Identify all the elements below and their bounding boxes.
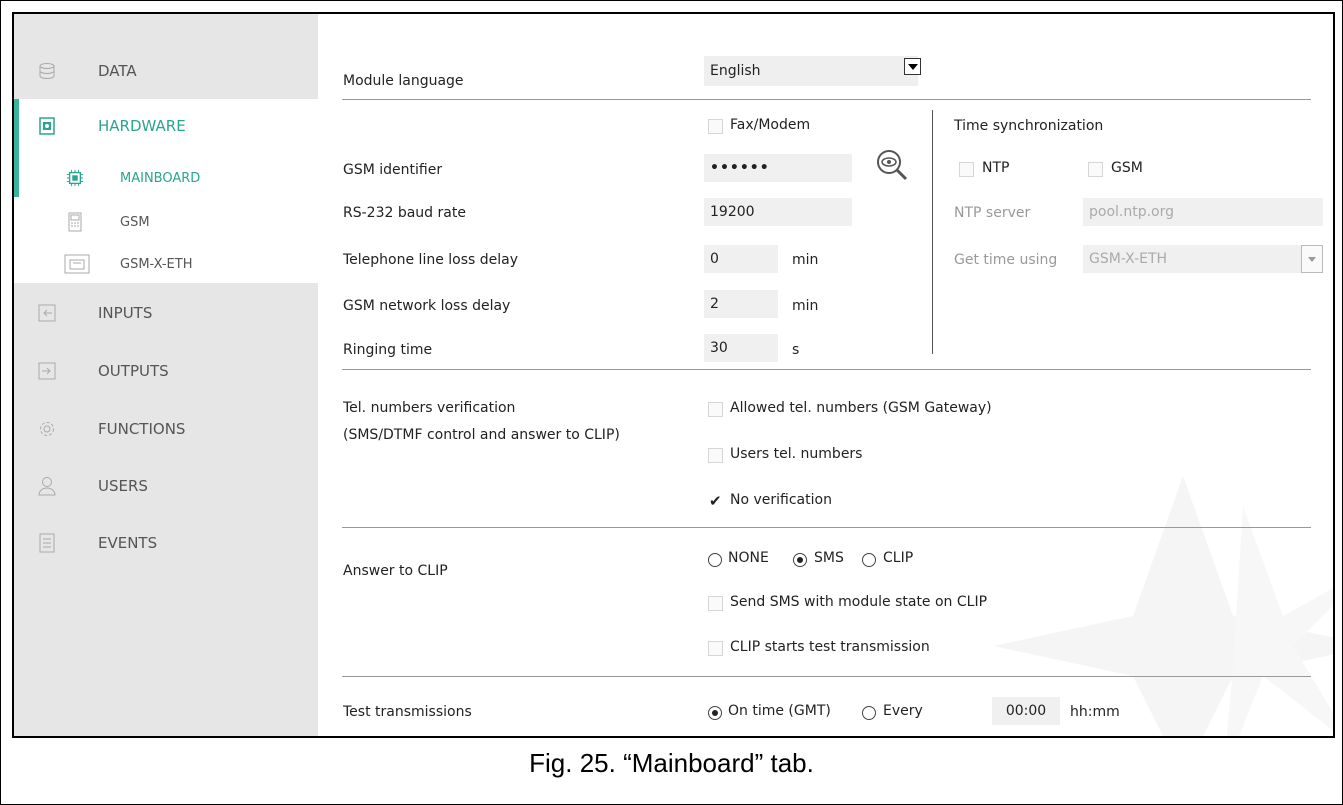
ntp-server-input[interactable]: pool.ntp.org xyxy=(1083,198,1323,226)
radio-sms-label: SMS xyxy=(814,550,844,566)
send-sms-label: Send SMS with module state on CLIP xyxy=(730,594,988,610)
fax-modem-checkbox[interactable] xyxy=(708,119,723,134)
no-verification-label: No verification xyxy=(730,492,832,508)
time-sync-label: Time synchronization xyxy=(954,118,1104,134)
unit-label: s xyxy=(792,342,800,358)
radio-every-label: Every xyxy=(883,703,923,719)
sidebar-item-label: OUTPUTS xyxy=(98,362,169,380)
gsm-module-icon xyxy=(66,212,84,232)
input-icon xyxy=(38,304,56,322)
module-language-select[interactable]: English xyxy=(704,56,918,86)
sidebar-item-label: FUNCTIONS xyxy=(98,420,186,438)
users-numbers-checkbox[interactable] xyxy=(708,448,723,463)
gsm-network-loss-input[interactable]: 2 xyxy=(704,290,778,318)
database-icon xyxy=(38,62,56,80)
time-input[interactable]: 00:00 xyxy=(992,697,1060,725)
clip-test-label: CLIP starts test transmission xyxy=(730,639,930,655)
sidebar-item-label: USERS xyxy=(98,477,148,495)
radio-on-time-label: On time (GMT) xyxy=(728,703,831,719)
divider xyxy=(342,369,1311,370)
sidebar-item-users[interactable]: USERS xyxy=(14,471,318,501)
sidebar-item-label: HARDWARE xyxy=(98,117,186,135)
clip-test-checkbox[interactable] xyxy=(708,641,723,656)
sidebar-item-label: GSM-X-ETH xyxy=(120,256,193,272)
show-password-icon[interactable] xyxy=(875,148,909,186)
sidebar-item-gsm[interactable]: GSM xyxy=(14,208,318,236)
sidebar-item-label: INPUTS xyxy=(98,304,153,322)
radio-every[interactable] xyxy=(862,706,876,720)
main-panel: Module language English Fax/Modem GSM id… xyxy=(318,14,1333,736)
divider xyxy=(342,676,1311,677)
sidebar-item-gsm-x-eth[interactable]: GSM-X-ETH xyxy=(14,250,318,278)
fax-modem-label: Fax/Modem xyxy=(730,117,811,133)
baud-rate-label: RS-232 baud rate xyxy=(343,205,466,221)
time-unit-label: hh:mm xyxy=(1070,704,1120,720)
ringing-time-label: Ringing time xyxy=(343,342,433,358)
unit-label: min xyxy=(792,298,819,314)
checkmark-icon[interactable]: ✔ xyxy=(709,492,722,510)
gsm-identifier-label: GSM identifier xyxy=(343,162,443,178)
get-time-label: Get time using xyxy=(954,252,1058,268)
telephone-line-loss-input[interactable]: 0 xyxy=(704,245,778,273)
user-icon xyxy=(38,477,56,496)
radio-clip[interactable] xyxy=(862,553,876,567)
vertical-divider xyxy=(932,110,933,354)
sidebar-item-events[interactable]: EVENTS xyxy=(14,528,318,558)
divider xyxy=(342,527,1311,528)
mainboard-icon xyxy=(66,169,84,187)
ringing-time-input[interactable]: 30 xyxy=(704,334,778,362)
sidebar-item-label: MAINBOARD xyxy=(120,170,201,186)
unit-label: min xyxy=(792,252,819,268)
get-time-select[interactable]: GSM-X-ETH xyxy=(1083,245,1323,273)
answer-clip-label: Answer to CLIP xyxy=(343,563,448,579)
document-list-icon xyxy=(38,533,56,553)
ntp-label: NTP xyxy=(982,160,1010,176)
gsm-network-loss-label: GSM network loss delay xyxy=(343,298,511,314)
module-language-label: Module language xyxy=(343,73,464,89)
sidebar-item-label: DATA xyxy=(98,62,137,80)
sidebar-item-inputs[interactable]: INPUTS xyxy=(14,298,318,328)
background-watermark xyxy=(993,476,1333,736)
sidebar-item-mainboard[interactable]: MAINBOARD xyxy=(14,164,318,192)
radio-sms[interactable] xyxy=(793,553,807,567)
chevron-down-icon[interactable] xyxy=(1301,245,1323,273)
radio-on-time[interactable] xyxy=(708,706,722,720)
chip-icon xyxy=(38,117,56,135)
divider xyxy=(342,99,1311,100)
tel-verification-sublabel: (SMS/DTMF control and answer to CLIP) xyxy=(343,427,620,443)
gear-icon xyxy=(38,420,56,438)
output-icon xyxy=(38,362,56,380)
module-language-value: English xyxy=(710,63,761,79)
screenshot-window: DATA HARDWARE MAINBOARD GSM GSM-X-ETH IN… xyxy=(12,12,1335,738)
gsm-sync-label: GSM xyxy=(1111,160,1143,176)
sidebar-item-outputs[interactable]: OUTPUTS xyxy=(14,356,318,386)
radio-clip-label: CLIP xyxy=(883,550,914,566)
sidebar-item-data[interactable]: DATA xyxy=(14,56,318,86)
send-sms-checkbox[interactable] xyxy=(708,596,723,611)
sidebar-item-label: GSM xyxy=(120,214,150,230)
sidebar: DATA HARDWARE MAINBOARD GSM GSM-X-ETH IN… xyxy=(14,14,318,736)
telephone-line-loss-label: Telephone line loss delay xyxy=(343,252,519,268)
allowed-numbers-label: Allowed tel. numbers (GSM Gateway) xyxy=(730,400,992,416)
figure-caption: Fig. 25. “Mainboard” tab. xyxy=(529,748,814,778)
ntp-server-label: NTP server xyxy=(954,205,1031,221)
sidebar-item-hardware[interactable]: HARDWARE xyxy=(14,111,318,141)
radio-none-label: NONE xyxy=(728,550,769,566)
ntp-checkbox[interactable] xyxy=(959,162,974,177)
sidebar-item-functions[interactable]: FUNCTIONS xyxy=(14,414,318,444)
allowed-numbers-checkbox[interactable] xyxy=(708,402,723,417)
baud-rate-input[interactable]: 19200 xyxy=(704,198,852,226)
users-numbers-label: Users tel. numbers xyxy=(730,446,863,462)
radio-none[interactable] xyxy=(708,553,722,567)
test-transmissions-label: Test transmissions xyxy=(343,704,472,720)
gsm-identifier-input[interactable]: •••••• xyxy=(704,154,852,182)
ethernet-module-icon xyxy=(64,254,90,274)
chevron-down-icon[interactable] xyxy=(904,58,921,75)
sidebar-item-label: EVENTS xyxy=(98,534,158,552)
gsm-sync-checkbox[interactable] xyxy=(1088,162,1103,177)
tel-verification-label: Tel. numbers verification xyxy=(343,400,516,416)
